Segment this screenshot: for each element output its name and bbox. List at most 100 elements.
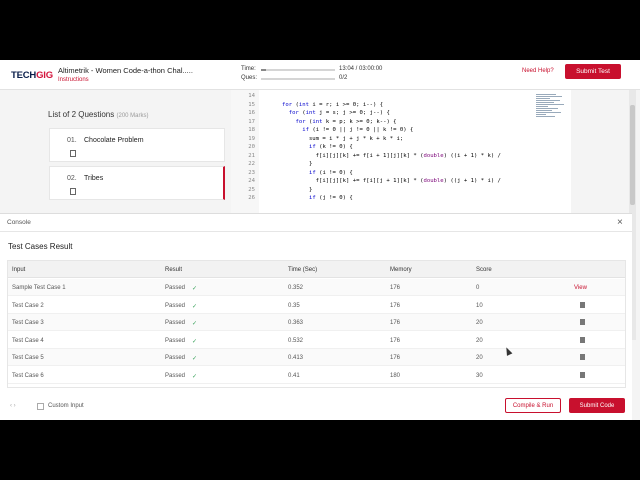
code-text: (i != 0) { <box>315 169 353 176</box>
line-number: 23 <box>248 169 255 176</box>
test-cases-table: Input Result Time (Sec) Memory Score Sam… <box>7 260 626 388</box>
code-line[interactable]: 24 f[i][j][k] += f[i][j + 1][k] * (doubl… <box>231 177 539 186</box>
check-icon: ✓ <box>192 373 198 380</box>
col-memory: Memory <box>390 267 412 273</box>
techgig-logo[interactable]: TECHGIG <box>11 70 53 81</box>
document-icon[interactable] <box>580 354 585 360</box>
document-icon[interactable] <box>580 319 585 325</box>
line-code: f[i][j][k] += f[i + 1][j][k] * (double) … <box>282 153 501 159</box>
line-number: 15 <box>248 101 255 108</box>
question-item-1[interactable]: 01. Chocolate Problem <box>49 128 225 162</box>
code-line[interactable]: 25 } <box>231 186 539 195</box>
code-text: ) ((j + 1) * i) / <box>443 178 501 184</box>
compile-run-button[interactable]: Compile & Run <box>505 398 561 413</box>
instructions-link[interactable]: Instructions <box>58 77 89 83</box>
check-icon: ✓ <box>192 321 198 327</box>
code-keyword: if <box>302 127 309 133</box>
cell-result: Passed <box>165 285 186 291</box>
cell-time: 0.532 <box>288 337 304 344</box>
close-icon[interactable]: × <box>617 217 623 228</box>
code-line[interactable]: 21 f[i][j][k] += f[i + 1][j][k] * (doubl… <box>231 152 539 161</box>
cell-score: 20 <box>476 320 483 326</box>
col-input: Input <box>12 267 26 273</box>
code-line[interactable]: 20 if (k != 0) { <box>231 143 539 152</box>
cell-result: Passed <box>165 372 186 379</box>
document-icon[interactable] <box>580 371 585 378</box>
need-help-link[interactable]: Need Help? <box>522 68 554 74</box>
code-text: } <box>282 186 313 193</box>
code-text: sum = i * j + j * k + k * i; <box>282 135 404 142</box>
cell-time: 0.363 <box>288 320 304 326</box>
ques-progress-bar <box>261 78 335 80</box>
code-text: k = p; k >= 0; k--) { <box>322 118 397 125</box>
code-text: (j != 0) { <box>315 195 353 201</box>
bookmark-icon[interactable] <box>70 188 76 195</box>
code-keyword: for <box>295 118 306 125</box>
line-code: for (int k = p; k >= 0; k--) { <box>282 118 397 125</box>
document-icon[interactable] <box>580 301 585 308</box>
line-number: 20 <box>248 144 255 150</box>
cell-result: Passed <box>165 337 186 344</box>
editor-minimap[interactable] <box>536 94 568 134</box>
code-line[interactable]: 15 for (int i = r; i >= 0; i--) { <box>231 101 539 110</box>
table-row: Test Case 6 Passed ✓ 0.41 180 30 <box>8 367 625 384</box>
question-name: Chocolate Problem <box>84 137 144 144</box>
code-text: (i != 0 || j != 0 || k != 0) { <box>308 127 414 133</box>
code-line[interactable]: 17 for (int k = p; k >= 0; k--) { <box>231 118 539 127</box>
cell-score: 20 <box>476 337 483 344</box>
code-line[interactable]: 22 } <box>231 160 539 169</box>
cell-input: Test Case 3 <box>12 320 44 326</box>
cell-input: Test Case 6 <box>12 372 44 379</box>
code-keyword: double <box>423 152 444 159</box>
line-number: 16 <box>248 110 255 116</box>
cell-memory: 176 <box>390 320 401 326</box>
line-number: 18 <box>248 127 255 133</box>
document-icon[interactable] <box>580 336 585 343</box>
code-text: f[i][j][k] += f[i][j + 1][k] * ( <box>282 178 424 184</box>
line-code: } <box>282 187 312 193</box>
cell-input: Test Case 4 <box>12 337 44 344</box>
cell-memory: 176 <box>390 337 401 344</box>
bookmark-icon[interactable] <box>70 150 76 157</box>
submit-test-button[interactable]: Submit Test <box>565 64 621 79</box>
check-icon: ✓ <box>192 286 198 292</box>
cell-time: 0.35 <box>288 302 300 309</box>
questions-list-title: List of 2 Questions (200 Marks) <box>48 110 149 119</box>
line-code: if (i != 0 || j != 0 || k != 0) { <box>282 127 413 133</box>
line-code: } <box>282 161 312 167</box>
scrollbar-thumb[interactable] <box>630 105 635 205</box>
code-line[interactable]: 14 <box>231 92 539 101</box>
code-line[interactable]: 23 if (i != 0) { <box>231 169 539 178</box>
code-line[interactable]: 19 sum = i * j + j * k + k * i; <box>231 135 539 144</box>
code-keyword: if <box>308 144 316 150</box>
view-link[interactable]: View <box>574 285 587 291</box>
line-number: 17 <box>248 118 255 125</box>
code-editor[interactable]: 14 15 for (int i = r; i >= 0; i--) {16 for… <box>231 90 571 213</box>
cell-result: Passed <box>165 320 186 326</box>
code-line[interactable]: 26 if (j != 0) { <box>231 194 539 203</box>
code-line[interactable]: 18 if (i != 0 || j != 0 || k != 0) { <box>231 126 539 135</box>
time-progress-bar <box>261 69 335 71</box>
custom-input-label[interactable]: Custom Input <box>48 403 84 409</box>
cell-score: 0 <box>476 285 480 291</box>
cell-score: 30 <box>476 372 483 379</box>
contest-title: Altimetrik - Women Code-a-thon Chal..... <box>58 66 193 75</box>
line-number: 26 <box>248 195 255 201</box>
console-label: Console <box>7 219 31 226</box>
code-keyword: int <box>305 110 316 116</box>
code-keyword: int <box>298 101 309 108</box>
question-item-2[interactable]: 02. Tribes <box>49 166 225 200</box>
time-value: 13:04 / 03:00:00 <box>339 66 383 72</box>
cell-score: 20 <box>476 355 483 361</box>
time-progress-fill <box>261 69 267 71</box>
line-number: 25 <box>248 186 255 193</box>
col-time: Time (Sec) <box>288 267 318 273</box>
custom-input-checkbox[interactable] <box>37 403 44 410</box>
code-line[interactable]: 16 for (int j = s; j >= 0; j--) { <box>231 109 539 118</box>
submit-code-button[interactable]: Submit Code <box>569 398 625 413</box>
code-keyword: double <box>423 178 444 184</box>
nav-arrows-icon[interactable]: ‹ › <box>10 403 16 409</box>
